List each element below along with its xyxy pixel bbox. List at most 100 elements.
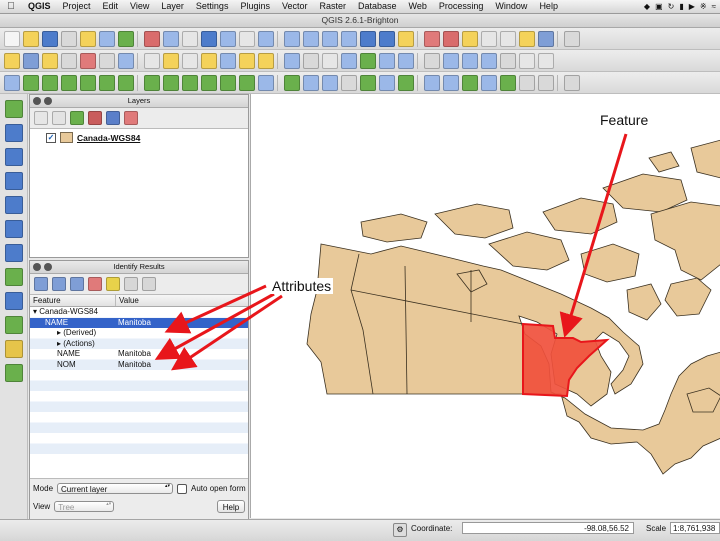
toolbar-tool-icon[interactable] bbox=[42, 30, 58, 47]
toolbar-tool-icon[interactable] bbox=[519, 30, 535, 47]
column-feature[interactable]: Feature bbox=[30, 295, 116, 306]
menu-raster[interactable]: Raster bbox=[314, 0, 353, 13]
toolbar-tool-icon[interactable] bbox=[519, 52, 535, 69]
scale-field[interactable]: 1:8,761,938 bbox=[670, 522, 720, 534]
toolbar-tool-icon[interactable] bbox=[61, 52, 77, 69]
toolbar-tool-icon[interactable] bbox=[443, 74, 459, 91]
toolbar-tool-icon[interactable] bbox=[201, 30, 217, 47]
toolbar-tool-icon[interactable] bbox=[163, 30, 179, 47]
toolbar-tool-icon[interactable] bbox=[239, 52, 255, 69]
toolbar-tool-icon[interactable] bbox=[398, 52, 414, 69]
dropbox-icon[interactable]: ◆ bbox=[644, 2, 650, 11]
toolbar-tool-icon[interactable] bbox=[42, 52, 58, 69]
toolbar-tool-icon[interactable] bbox=[360, 52, 376, 69]
screen-icon[interactable]: ▣ bbox=[655, 2, 663, 11]
toolbar-tool-icon[interactable] bbox=[538, 74, 554, 91]
toolbar-tool-icon[interactable] bbox=[144, 52, 160, 69]
toolbar-tool-icon[interactable] bbox=[538, 30, 554, 47]
add-layer-icon[interactable] bbox=[4, 100, 23, 118]
toolbar-tool-icon[interactable] bbox=[182, 52, 198, 69]
toolbar-tool-icon[interactable] bbox=[220, 52, 236, 69]
toolbar-tool-icon[interactable] bbox=[239, 30, 255, 47]
toolbar-tool-icon[interactable] bbox=[481, 30, 497, 47]
toolbar-tool-icon[interactable] bbox=[23, 30, 39, 47]
add-layer-icon[interactable] bbox=[4, 268, 23, 286]
toolbar-tool-icon[interactable] bbox=[4, 30, 20, 47]
help-button[interactable]: Help bbox=[217, 500, 245, 513]
add-group-icon[interactable] bbox=[52, 111, 66, 125]
toolbar-tool-icon[interactable] bbox=[322, 52, 338, 69]
toolbar-tool-icon[interactable] bbox=[80, 52, 96, 69]
bluetooth-icon[interactable]: ※ bbox=[700, 2, 707, 11]
identify-row[interactable]: ▸ (Actions) bbox=[30, 338, 248, 349]
panel-float-icon[interactable] bbox=[44, 97, 52, 105]
toolbar-tool-icon[interactable] bbox=[379, 74, 395, 91]
toolbar-tool-icon[interactable] bbox=[220, 30, 236, 47]
identify-row[interactable]: NAME Manitoba bbox=[30, 349, 248, 360]
toolbar-tool-icon[interactable] bbox=[424, 74, 440, 91]
toolbar-tool-icon[interactable] bbox=[564, 74, 580, 91]
collapse-all-icon[interactable] bbox=[106, 111, 120, 125]
add-layer-icon[interactable] bbox=[4, 196, 23, 214]
toolbar-tool-icon[interactable] bbox=[182, 30, 198, 47]
toolbar-tool-icon[interactable] bbox=[341, 74, 357, 91]
toolbar-tool-icon[interactable] bbox=[23, 52, 39, 69]
battery-icon[interactable]: ▮ bbox=[679, 2, 683, 11]
menu-processing[interactable]: Processing bbox=[433, 0, 490, 13]
toolbar-tool-icon[interactable] bbox=[462, 52, 478, 69]
expand-tree-icon[interactable] bbox=[34, 277, 48, 291]
menu-web[interactable]: Web bbox=[403, 0, 433, 13]
apple-icon[interactable]:  bbox=[0, 1, 22, 12]
toolbar-tool-icon[interactable] bbox=[462, 30, 478, 47]
toolbar-tool-icon[interactable] bbox=[80, 30, 96, 47]
panel-close-icon[interactable] bbox=[33, 97, 41, 105]
toolbar-tool-icon[interactable] bbox=[201, 74, 217, 91]
toolbar-tool-icon[interactable] bbox=[322, 74, 338, 91]
toolbar-tool-icon[interactable] bbox=[118, 30, 134, 47]
expand-all-icon[interactable] bbox=[88, 111, 102, 125]
add-layer-icon[interactable] bbox=[4, 124, 23, 142]
menu-edit[interactable]: Edit bbox=[97, 0, 125, 13]
toolbar-tool-icon[interactable] bbox=[258, 30, 274, 47]
toolbar-tool-icon[interactable] bbox=[144, 74, 160, 91]
menu-settings[interactable]: Settings bbox=[190, 0, 235, 13]
identify-row[interactable]: ▾ Canada-WGS84 bbox=[30, 307, 248, 318]
toolbar-tool-icon[interactable] bbox=[23, 74, 39, 91]
menu-window[interactable]: Window bbox=[489, 0, 533, 13]
expand-new-results-icon[interactable] bbox=[70, 277, 84, 291]
toolbar-tool-icon[interactable] bbox=[163, 74, 179, 91]
toolbar-tool-icon[interactable] bbox=[398, 74, 414, 91]
wifi-icon[interactable]: ≈ bbox=[712, 2, 716, 11]
toolbar-tool-icon[interactable] bbox=[303, 74, 319, 91]
toolbar-tool-icon[interactable] bbox=[220, 74, 236, 91]
toolbar-tool-icon[interactable] bbox=[500, 30, 516, 47]
toolbar-tool-icon[interactable] bbox=[99, 30, 115, 47]
toolbar-tool-icon[interactable] bbox=[284, 74, 300, 91]
filter-legend-icon[interactable] bbox=[70, 111, 84, 125]
toolbar-tool-icon[interactable] bbox=[303, 30, 319, 47]
add-layer-icon[interactable] bbox=[4, 364, 23, 382]
menu-view[interactable]: View bbox=[124, 0, 155, 13]
menu-project[interactable]: Project bbox=[57, 0, 97, 13]
toolbar-tool-icon[interactable] bbox=[118, 52, 134, 69]
auto-open-form-checkbox[interactable] bbox=[177, 483, 188, 494]
panel-float-icon[interactable] bbox=[44, 263, 52, 271]
toolbar-tool-icon[interactable] bbox=[481, 52, 497, 69]
toolbar-tool-icon[interactable] bbox=[258, 52, 274, 69]
identify-row[interactable]: NAME Manitoba bbox=[30, 317, 248, 328]
add-layer-icon[interactable] bbox=[4, 172, 23, 190]
toolbar-tool-icon[interactable] bbox=[61, 74, 77, 91]
menu-vector[interactable]: Vector bbox=[276, 0, 314, 13]
identify-row[interactable]: ▸ (Derived) bbox=[30, 328, 248, 339]
toolbar-tool-icon[interactable] bbox=[481, 74, 497, 91]
toolbar-tool-icon[interactable] bbox=[379, 30, 395, 47]
volume-icon[interactable]: ▶ bbox=[689, 2, 695, 11]
toolbar-tool-icon[interactable] bbox=[538, 52, 554, 69]
identify-row[interactable]: NOM Manitoba bbox=[30, 359, 248, 370]
menu-app-name[interactable]: QGIS bbox=[22, 0, 57, 13]
toolbar-tool-icon[interactable] bbox=[182, 74, 198, 91]
toggle-extents-icon[interactable]: ⚙ bbox=[393, 523, 407, 537]
toolbar-tool-icon[interactable] bbox=[519, 74, 535, 91]
toolbar-tool-icon[interactable] bbox=[360, 30, 376, 47]
map-canvas[interactable] bbox=[250, 94, 720, 518]
